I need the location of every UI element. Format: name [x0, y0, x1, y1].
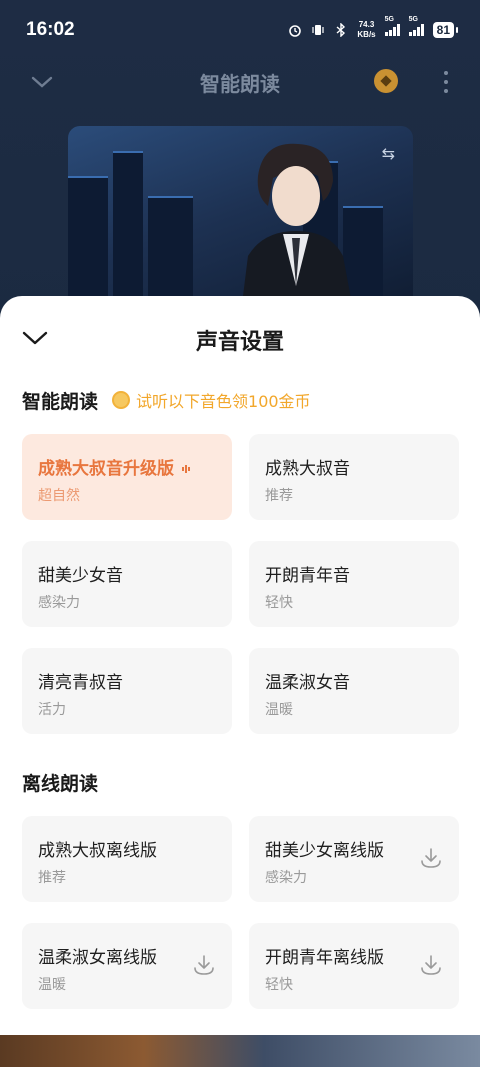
smart-reading-header: 智能朗读 试听以下音色领100金币 — [0, 382, 480, 418]
coin-icon[interactable] — [374, 69, 398, 93]
sheet-header: 声音设置 — [0, 296, 480, 384]
voice-name: 成熟大叔音 — [265, 459, 350, 479]
voice-name: 开朗青年离线版 — [265, 948, 384, 968]
net-speed: 74.3 KB/s — [357, 20, 376, 39]
voice-tag: 感染力 — [38, 595, 80, 611]
voice-name: 甜美少女音 — [38, 566, 123, 586]
battery-indicator: 81 — [432, 22, 459, 38]
player-title: 智能朗读 — [200, 71, 280, 96]
voice-tag: 温暖 — [38, 977, 66, 993]
voice-settings-sheet: 声音设置 智能朗读 试听以下音色领100金币 成熟大叔音升级版 超自然 成熟大叔… — [0, 296, 480, 1035]
status-indicators: 74.3 KB/s 5G 5G 81 — [288, 16, 459, 40]
download-icon[interactable] — [419, 846, 443, 870]
offline-reading-header: 离线朗读 — [0, 764, 480, 800]
signal-2-icon: 5G — [408, 16, 424, 36]
voice-card[interactable]: 成熟大叔音升级版 超自然 — [22, 434, 232, 520]
voice-tag: 感染力 — [265, 870, 307, 886]
alarm-icon — [289, 25, 302, 37]
promo-banner[interactable]: 试听以下音色领100金币 — [112, 388, 311, 412]
voice-card[interactable]: 清亮青叔音 活力 — [22, 648, 232, 734]
more-icon[interactable] — [442, 68, 450, 96]
voice-tag: 轻快 — [265, 977, 293, 993]
bottom-strip-art — [0, 1035, 480, 1067]
voice-name: 成熟大叔离线版 — [38, 841, 157, 861]
coin-icon — [112, 391, 131, 409]
offline-voice-grid: 成熟大叔离线版 推荐 甜美少女离线版 感染力 温柔淑女离线版 温暖 开朗青年离线… — [0, 816, 480, 1009]
voice-tag: 推荐 — [38, 870, 66, 886]
sheet-title: 声音设置 — [195, 330, 284, 355]
playing-wave-icon — [182, 465, 190, 473]
voice-card[interactable]: 开朗青年音 轻快 — [249, 541, 459, 627]
download-icon[interactable] — [419, 953, 443, 977]
swap-icon[interactable]: ⇆ — [382, 144, 395, 163]
signal-1-icon: 5G — [384, 16, 400, 36]
offline-voice-card[interactable]: 温柔淑女离线版 温暖 — [22, 923, 232, 1009]
voice-name: 成熟大叔音升级版 — [38, 459, 174, 479]
smart-reading-title: 智能朗读 — [22, 390, 99, 413]
offline-voice-card[interactable]: 成熟大叔离线版 推荐 — [22, 816, 232, 902]
offline-reading-title: 离线朗读 — [22, 772, 99, 795]
voice-name: 甜美少女离线版 — [265, 841, 384, 861]
offline-voice-card[interactable]: 甜美少女离线版 感染力 — [249, 816, 459, 902]
bluetooth-icon — [336, 23, 346, 37]
status-bar: 16:02 74.3 KB/s 5G 5G 81 — [0, 0, 480, 60]
voice-tag: 推荐 — [265, 488, 293, 504]
voice-tag: 活力 — [38, 702, 66, 718]
voice-card[interactable]: 甜美少女音 感染力 — [22, 541, 232, 627]
smart-voice-grid: 成熟大叔音升级版 超自然 成熟大叔音 推荐 甜美少女音 感染力 开朗青年音 轻快… — [0, 434, 480, 734]
voice-card[interactable]: 成熟大叔音 推荐 — [249, 434, 459, 520]
voice-tag: 温暖 — [265, 702, 293, 718]
voice-name: 温柔淑女音 — [265, 673, 350, 693]
player-top-nav: 智能朗读 — [0, 60, 480, 104]
voice-tag: 超自然 — [38, 488, 80, 504]
vibrate-icon — [312, 25, 325, 35]
download-icon[interactable] — [192, 953, 216, 977]
voice-name: 温柔淑女离线版 — [38, 948, 157, 968]
voice-name: 清亮青叔音 — [38, 673, 123, 693]
voice-name: 开朗青年音 — [265, 566, 350, 586]
offline-voice-card[interactable]: 开朗青年离线版 轻快 — [249, 923, 459, 1009]
status-time: 16:02 — [26, 19, 75, 40]
voice-tag: 轻快 — [265, 595, 293, 611]
chevron-down-icon[interactable] — [30, 70, 54, 94]
promo-text: 试听以下音色领100金币 — [136, 392, 311, 411]
voice-card[interactable]: 温柔淑女音 温暖 — [249, 648, 459, 734]
